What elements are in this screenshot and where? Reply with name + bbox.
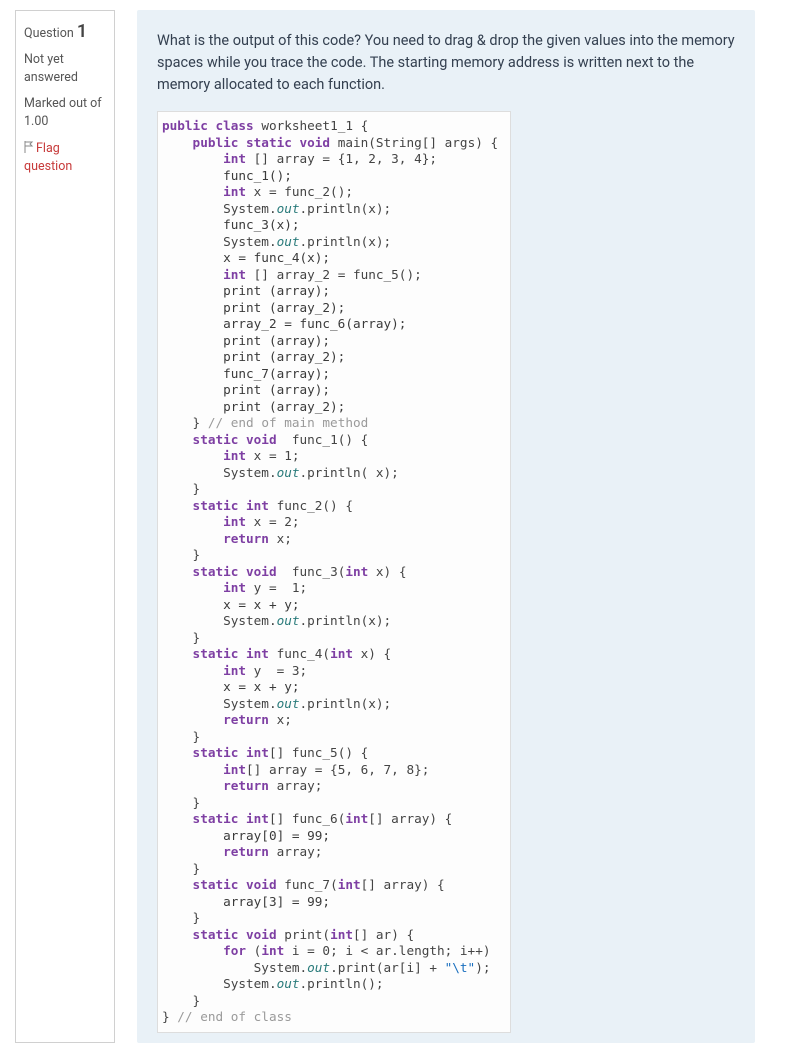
question-content: What is the output of this code? You nee… <box>137 10 755 1043</box>
answer-status: Not yet answered <box>24 51 106 87</box>
flag-icon <box>24 141 34 153</box>
question-label: Question <box>24 26 74 41</box>
flag-question-link[interactable]: Flag question <box>24 140 106 176</box>
question-number: 1 <box>77 21 87 42</box>
marked-out-of: Marked out of 1.00 <box>24 95 106 131</box>
question-info-card: Question 1 Not yet answered Marked out o… <box>15 10 115 1043</box>
question-line: Question 1 <box>24 19 106 45</box>
question-page: Question 1 Not yet answered Marked out o… <box>0 0 811 1053</box>
code-image: public class worksheet1_1 { public stati… <box>157 111 511 1033</box>
question-prompt: What is the output of this code? You nee… <box>157 30 735 95</box>
